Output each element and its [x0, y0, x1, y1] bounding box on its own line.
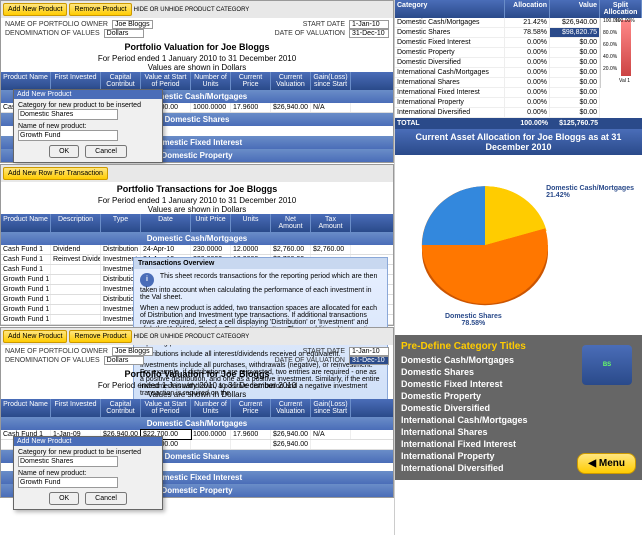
remove-product-button-3[interactable]: Remove Product [69, 330, 131, 343]
tx-header: Product Name Description Type Date Unit … [1, 214, 393, 232]
dialog-cancel-button[interactable]: Cancel [85, 145, 127, 158]
toolbar-2: Add New Row For Transaction [1, 165, 393, 182]
toolbar-1: Add New Product Remove Product HIDE OR U… [1, 1, 393, 18]
dialog-cat-label: Category for new product to be inserted [18, 102, 158, 109]
dialog-ok-button-3[interactable]: OK [49, 492, 79, 505]
add-product-dialog: Add New Product Category for new product… [13, 89, 163, 163]
add-row-button[interactable]: Add New Row For Transaction [3, 167, 108, 180]
table-row[interactable]: Cash Fund 1DividendDistribution24-Apr-10… [1, 245, 393, 255]
start-label: START DATE [303, 21, 345, 28]
alloc-row[interactable]: Domestic Shares78.58%$98,820.75 [395, 28, 600, 38]
dialog-cat-input-3[interactable] [18, 456, 118, 467]
panel2-sub1: For Period ended 1 January 2010 to 31 De… [1, 196, 393, 205]
cat-dcm-2: Domestic Cash/Mortgages [1, 232, 393, 245]
chart-bar [621, 20, 631, 76]
predef-item[interactable]: International Shares [401, 426, 636, 438]
alloc-row[interactable]: Domestic Property0.00%$0.00 [395, 48, 600, 58]
predef-item[interactable]: Domestic Property [401, 390, 636, 402]
dialog-cat-input[interactable] [18, 109, 118, 120]
panel2-title: Portfolio Transactions for Joe Bloggs [1, 182, 393, 196]
panel2-sub2: Values are shown in Dollars [1, 205, 393, 214]
dialog-name-input-3[interactable] [18, 477, 118, 488]
dialog-ok-button[interactable]: OK [49, 145, 79, 158]
pie-label-1: Domestic Cash/Mortgages [546, 185, 634, 192]
pie-chart: Domestic Cash/Mortgages 21.42% Domestic … [395, 155, 642, 335]
alloc-row[interactable]: Domestic Cash/Mortgages21.42%$26,940.00 [395, 18, 600, 28]
alloc-row[interactable]: Domestic Diversified0.00%$0.00 [395, 58, 600, 68]
start-value[interactable]: 1-Jan-10 [349, 20, 389, 29]
remove-product-button[interactable]: Remove Product [69, 3, 131, 16]
pie-label-2: Domestic Shares [445, 313, 502, 320]
info-title: Transactions Overview [134, 258, 387, 269]
predef-item[interactable]: International Fixed Interest [401, 438, 636, 450]
denom-label: DENOMINATION OF VALUES [5, 30, 100, 37]
denom-value[interactable]: Dollars [104, 29, 144, 38]
hide-category-label: HIDE OR UNHIDE PRODUCT CATEGORY [134, 7, 250, 13]
alloc-row[interactable]: Domestic Fixed Interest0.00%$0.00 [395, 38, 600, 48]
menu-button[interactable]: ◀ Menu [577, 453, 636, 474]
val-header: Product Name First Invested Capital Cont… [1, 72, 393, 90]
info-icon: i [140, 273, 154, 287]
dialog-name-input[interactable] [18, 130, 118, 141]
toolbar-3: Add New Product Remove Product HIDE OR U… [1, 328, 393, 345]
panel1-sub2: Values are shown in Dollars [1, 63, 393, 72]
alloc-row[interactable]: International Shares0.00%$0.00 [395, 78, 600, 88]
add-product-button[interactable]: Add New Product [3, 3, 67, 16]
alloc-row[interactable]: International Diversified0.00%$0.00 [395, 108, 600, 118]
predef-item[interactable]: Domestic Diversified [401, 402, 636, 414]
pie-value-2: 78.58% [445, 320, 502, 327]
allocation-table: Category Allocation Value Split Allocati… [395, 0, 642, 129]
panel3-title: Portfolio Valuation for Joe Bloggs [1, 367, 393, 381]
add-product-dialog-3: Add New Product Category for new product… [13, 436, 163, 510]
logo: BS [582, 345, 632, 385]
alloc-row[interactable]: International Fixed Interest0.00%$0.00 [395, 88, 600, 98]
dialog-title: Add New Product [14, 90, 162, 99]
panel1-title: Portfolio Valuation for Joe Bloggs [1, 40, 393, 54]
alloc-row[interactable]: International Property0.00%$0.00 [395, 98, 600, 108]
add-product-button-3[interactable]: Add New Product [3, 330, 67, 343]
pie-value-1: 21.42% [546, 192, 634, 199]
panel1-sub1: For Period ended 1 January 2010 to 31 De… [1, 54, 393, 63]
dialog-name-label: Name of new product: [18, 123, 158, 130]
owner-value[interactable]: Joe Bloggs [112, 20, 153, 29]
predefine-panel: Pre-Define Category Titles Domestic Cash… [395, 335, 642, 480]
alloc-row[interactable]: International Cash/Mortgages0.00%$0.00 [395, 68, 600, 78]
info-p1: This sheet records transactions for the … [140, 273, 377, 301]
valdate-label: DATE OF VALUATION [275, 30, 345, 37]
chart-header: Current Asset Allocation for Joe Bloggs … [395, 129, 642, 155]
dialog-cancel-button-3[interactable]: Cancel [85, 492, 127, 505]
split-chart: 100.0% 80.0% 60.0% 40.0% 20.0% 100.00% V… [600, 18, 642, 88]
hide-category-label-3: HIDE OR UNHIDE PRODUCT CATEGORY [134, 334, 250, 340]
predef-item[interactable]: International Cash/Mortgages [401, 414, 636, 426]
valdate-value[interactable]: 31-Dec-10 [349, 29, 389, 38]
owner-label: NAME OF PORTFOLIO OWNER [5, 21, 108, 28]
